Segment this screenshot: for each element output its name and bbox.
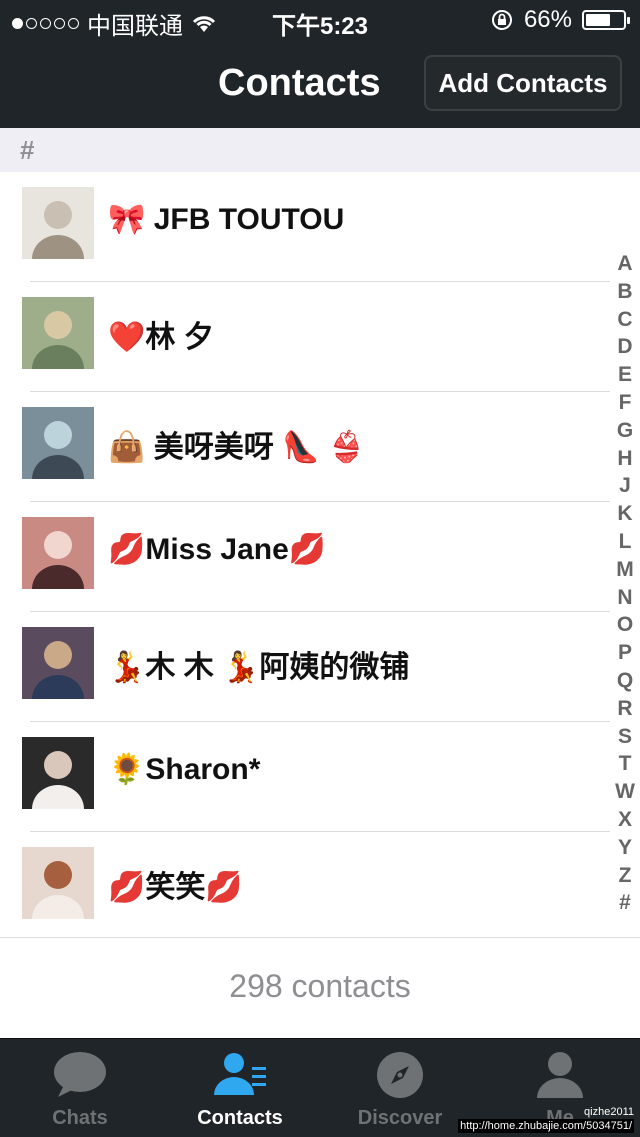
- index-letter[interactable]: Y: [612, 834, 638, 862]
- section-header-label: #: [20, 135, 35, 165]
- avatar: [22, 517, 94, 589]
- index-letter[interactable]: D: [612, 333, 638, 361]
- index-letter[interactable]: L: [612, 528, 638, 556]
- contact-row[interactable]: 👜 美呀美呀 👠 👙: [0, 392, 610, 502]
- index-letter[interactable]: H: [612, 445, 638, 473]
- index-letter[interactable]: C: [612, 306, 638, 334]
- contact-count: 298 contacts: [229, 968, 411, 1004]
- contact-list: 🎀 JFB TOUTOU ❤️林 夕 👜 美呀美呀 👠 👙 💋Miss Jane💋 💃木…: [0, 172, 610, 942]
- contact-name: ❤️林 夕: [108, 321, 214, 354]
- section-header: #: [0, 128, 640, 172]
- tab-discover[interactable]: Discover: [320, 1039, 480, 1137]
- contact-row[interactable]: 💋笑笑💋: [0, 832, 610, 942]
- index-letter[interactable]: Z: [612, 862, 638, 890]
- index-letter[interactable]: #: [612, 889, 638, 917]
- watermark-user: qizhe2011: [584, 1106, 634, 1118]
- index-letter[interactable]: P: [612, 639, 638, 667]
- page-title: Contacts: [218, 62, 381, 104]
- contact-name: 🌻Sharon*: [108, 753, 261, 786]
- contact-row[interactable]: 💃木 木 💃阿姨的微铺: [0, 612, 610, 722]
- tab-bar: Chats Contacts Discover Me qizhe2011 htt…: [0, 1038, 640, 1137]
- rotation-lock-icon: [491, 10, 512, 30]
- avatar: [22, 297, 94, 369]
- battery-icon: [582, 10, 630, 30]
- index-letter[interactable]: T: [612, 750, 638, 778]
- contact-name: 💋笑笑💋: [108, 871, 243, 904]
- contact-name: 👜 美呀美呀 👠 👙: [108, 431, 366, 464]
- index-letter[interactable]: A: [612, 250, 638, 278]
- contact-name: 🎀 JFB TOUTOU: [108, 203, 345, 236]
- watermark: qizhe2011 http://home.zhubajie.com/50347…: [458, 1105, 634, 1133]
- index-letter[interactable]: X: [612, 806, 638, 834]
- alphabet-index[interactable]: A B C D E F G H J K L M N O P Q R S T W X Y Z #: [612, 250, 638, 917]
- index-letter[interactable]: B: [612, 278, 638, 306]
- index-letter[interactable]: K: [612, 500, 638, 528]
- tab-discover-label: Discover: [357, 1107, 443, 1129]
- compass-icon: [377, 1052, 423, 1098]
- index-letter[interactable]: J: [612, 472, 638, 500]
- add-contacts-button[interactable]: Add Contacts: [424, 55, 622, 111]
- contact-row[interactable]: 🎀 JFB TOUTOU: [0, 172, 610, 282]
- avatar: [22, 187, 94, 259]
- index-letter[interactable]: M: [612, 556, 638, 584]
- status-right: 66%: [490, 6, 630, 34]
- person-icon: [537, 1052, 583, 1098]
- contacts-icon: [214, 1053, 266, 1095]
- watermark-url: http://home.zhubajie.com/5034751/: [458, 1119, 634, 1133]
- tab-chats[interactable]: Chats: [0, 1039, 160, 1137]
- contact-row[interactable]: 💋Miss Jane💋: [0, 502, 610, 612]
- index-letter[interactable]: O: [612, 611, 638, 639]
- contact-name: 💋Miss Jane💋: [108, 533, 327, 566]
- index-letter[interactable]: S: [612, 723, 638, 751]
- avatar: [22, 737, 94, 809]
- avatar: [22, 847, 94, 919]
- index-letter[interactable]: N: [612, 584, 638, 612]
- avatar: [22, 627, 94, 699]
- tab-contacts[interactable]: Contacts: [160, 1039, 320, 1137]
- avatar: [22, 407, 94, 479]
- index-letter[interactable]: G: [612, 417, 638, 445]
- index-letter[interactable]: R: [612, 695, 638, 723]
- tab-chats-label: Chats: [52, 1107, 108, 1129]
- index-letter[interactable]: Q: [612, 667, 638, 695]
- contact-row[interactable]: ❤️林 夕: [0, 282, 610, 392]
- index-letter[interactable]: F: [612, 389, 638, 417]
- status-bar: 中国联通 下午5:23 66%: [0, 0, 640, 40]
- tab-contacts-label: Contacts: [197, 1107, 283, 1129]
- battery-percent: 66%: [523, 6, 572, 33]
- contact-row[interactable]: 🌻Sharon*: [0, 722, 610, 832]
- index-letter[interactable]: W: [612, 778, 638, 806]
- list-divider: [0, 937, 640, 938]
- contact-name: 💃木 木 💃阿姨的微铺: [108, 651, 410, 684]
- index-letter[interactable]: E: [612, 361, 638, 389]
- chat-bubble-icon: [54, 1052, 106, 1097]
- nav-bar: Contacts Add Contacts: [0, 40, 640, 128]
